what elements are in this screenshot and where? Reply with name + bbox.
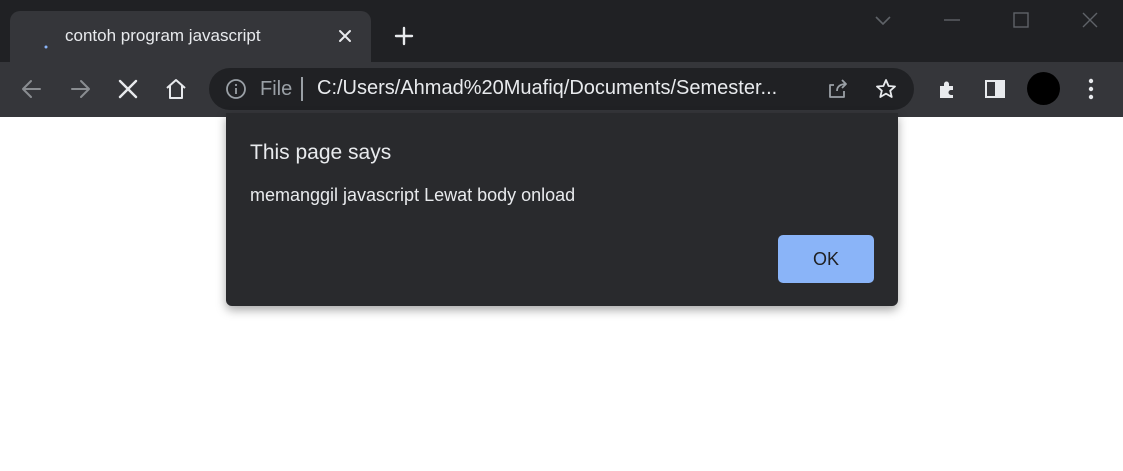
forward-arrow-icon[interactable] bbox=[67, 76, 93, 102]
url-text[interactable]: C:/Users/Ahmad%20Muafiq/Documents/Semest… bbox=[317, 77, 807, 100]
dialog-title: This page says bbox=[250, 141, 392, 164]
chevron-down-icon[interactable] bbox=[871, 8, 895, 32]
address-bar[interactable]: File C:/Users/Ahmad%20Muafiq/Documents/S… bbox=[209, 68, 914, 110]
side-panel-icon[interactable] bbox=[982, 76, 1008, 102]
ok-button[interactable]: OK bbox=[778, 235, 874, 283]
alert-dialog: This page says memanggil javascript Lewa… bbox=[226, 113, 898, 306]
window-close-icon[interactable] bbox=[1078, 8, 1102, 32]
plus-icon[interactable] bbox=[392, 24, 416, 48]
info-icon[interactable] bbox=[225, 78, 247, 100]
extensions-icon[interactable] bbox=[934, 76, 960, 102]
url-scheme-label: File bbox=[260, 78, 293, 100]
stop-icon[interactable] bbox=[115, 76, 141, 102]
maximize-icon[interactable] bbox=[1009, 8, 1033, 32]
loading-spinner-icon bbox=[42, 35, 58, 51]
close-icon[interactable] bbox=[336, 27, 354, 45]
star-icon[interactable] bbox=[874, 77, 898, 101]
back-arrow-icon[interactable] bbox=[19, 76, 45, 102]
browser-toolbar: File C:/Users/Ahmad%20Muafiq/Documents/S… bbox=[0, 62, 1123, 117]
share-icon[interactable] bbox=[826, 77, 850, 101]
omnibox-separator bbox=[301, 77, 303, 101]
minimize-icon[interactable] bbox=[940, 8, 964, 32]
home-icon[interactable] bbox=[163, 76, 189, 102]
kebab-menu-icon[interactable] bbox=[1078, 76, 1104, 102]
active-tab[interactable]: contoh program javascript bbox=[10, 11, 371, 62]
avatar[interactable] bbox=[1027, 72, 1060, 105]
tab-title: contoh program javascript bbox=[65, 26, 261, 45]
tab-strip: contoh program javascript bbox=[0, 0, 1123, 62]
dialog-message: memanggil javascript Lewat body onload bbox=[250, 185, 576, 205]
